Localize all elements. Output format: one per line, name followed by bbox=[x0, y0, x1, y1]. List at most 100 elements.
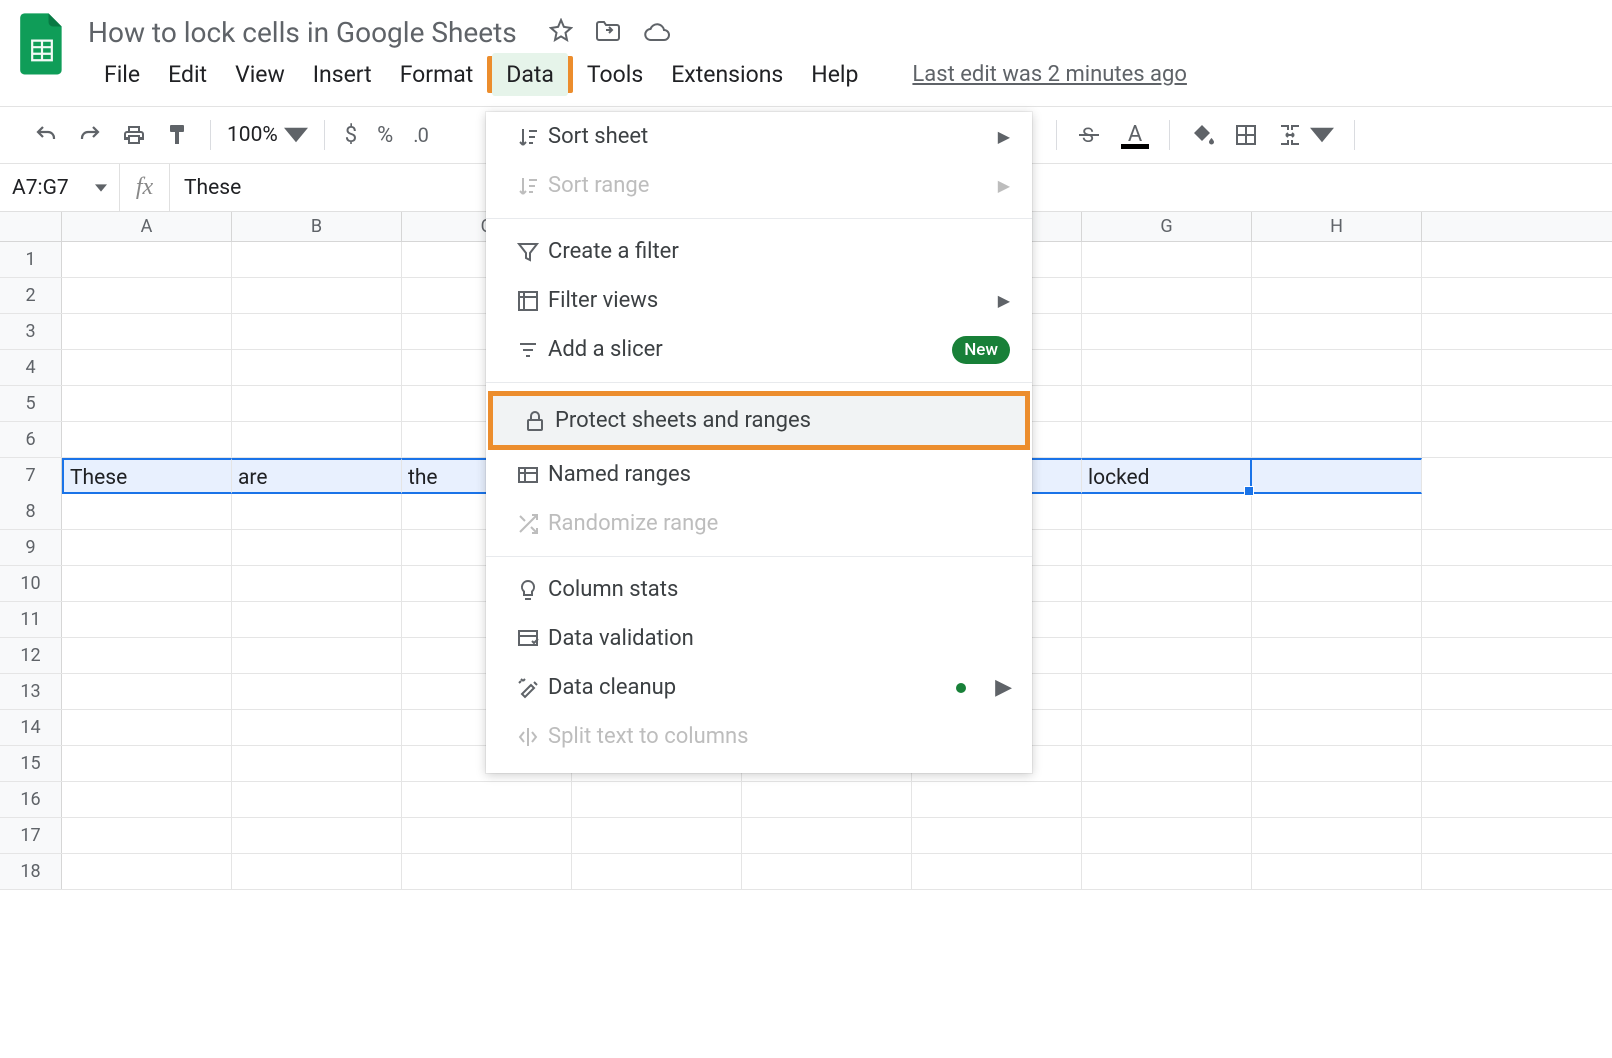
menu-data-validation[interactable]: Data validation bbox=[486, 614, 1032, 663]
cell[interactable] bbox=[62, 422, 232, 457]
row-header[interactable]: 1 bbox=[0, 242, 62, 277]
cell[interactable] bbox=[62, 494, 232, 529]
menu-create-filter[interactable]: Create a filter bbox=[486, 227, 1032, 276]
cell[interactable] bbox=[402, 782, 572, 817]
row-header[interactable]: 11 bbox=[0, 602, 62, 637]
menu-named-ranges[interactable]: Named ranges bbox=[486, 450, 1032, 499]
cell[interactable] bbox=[1252, 530, 1422, 565]
row-header[interactable]: 14 bbox=[0, 710, 62, 745]
sheets-logo[interactable] bbox=[14, 10, 70, 80]
merge-cells-icon[interactable] bbox=[1268, 117, 1344, 153]
cell[interactable] bbox=[742, 854, 912, 889]
row-header[interactable]: 4 bbox=[0, 350, 62, 385]
cell[interactable] bbox=[1252, 638, 1422, 673]
menu-edit[interactable]: Edit bbox=[154, 53, 221, 96]
menu-tools[interactable]: Tools bbox=[573, 53, 657, 96]
cell[interactable] bbox=[1082, 314, 1252, 349]
row-header[interactable]: 17 bbox=[0, 818, 62, 853]
cell[interactable] bbox=[62, 566, 232, 601]
cell[interactable] bbox=[742, 818, 912, 853]
cell[interactable]: These bbox=[62, 458, 232, 494]
menu-data-cleanup[interactable]: Data cleanup ▶ bbox=[486, 663, 1032, 712]
menu-add-slicer[interactable]: Add a slicer New bbox=[486, 325, 1032, 374]
cell[interactable] bbox=[1082, 818, 1252, 853]
cell[interactable] bbox=[1252, 710, 1422, 745]
cell[interactable] bbox=[62, 710, 232, 745]
cell[interactable] bbox=[1082, 602, 1252, 637]
cell[interactable] bbox=[232, 602, 402, 637]
cell[interactable] bbox=[62, 386, 232, 421]
menu-filter-views[interactable]: Filter views ▶ bbox=[486, 276, 1032, 325]
select-all-corner[interactable] bbox=[0, 212, 62, 241]
row-header[interactable]: 7 bbox=[0, 458, 62, 494]
cell[interactable] bbox=[232, 422, 402, 457]
row-header[interactable]: 10 bbox=[0, 566, 62, 601]
column-header[interactable]: G bbox=[1082, 212, 1252, 241]
redo-icon[interactable] bbox=[68, 117, 112, 153]
cell[interactable] bbox=[62, 242, 232, 277]
cell[interactable] bbox=[232, 494, 402, 529]
cell[interactable] bbox=[232, 746, 402, 781]
borders-icon[interactable] bbox=[1224, 117, 1268, 153]
cell[interactable] bbox=[1082, 746, 1252, 781]
cell[interactable] bbox=[572, 782, 742, 817]
row-header[interactable]: 6 bbox=[0, 422, 62, 457]
print-icon[interactable] bbox=[112, 117, 156, 153]
cell[interactable] bbox=[912, 782, 1082, 817]
cell[interactable] bbox=[62, 350, 232, 385]
cell[interactable] bbox=[1082, 530, 1252, 565]
cell[interactable] bbox=[62, 278, 232, 313]
row-header[interactable]: 5 bbox=[0, 386, 62, 421]
cell[interactable] bbox=[1082, 674, 1252, 709]
cell[interactable] bbox=[1252, 782, 1422, 817]
document-title[interactable]: How to lock cells in Google Sheets bbox=[88, 16, 517, 49]
cell[interactable] bbox=[62, 638, 232, 673]
cell[interactable] bbox=[232, 278, 402, 313]
cell[interactable] bbox=[62, 782, 232, 817]
cell[interactable] bbox=[1252, 854, 1422, 889]
cell[interactable] bbox=[1082, 278, 1252, 313]
menu-sort-sheet[interactable]: Sort sheet ▶ bbox=[486, 112, 1032, 161]
cell[interactable] bbox=[1082, 386, 1252, 421]
cell[interactable] bbox=[232, 818, 402, 853]
menu-format[interactable]: Format bbox=[386, 53, 488, 96]
format-percent[interactable]: % bbox=[367, 117, 403, 154]
cell[interactable] bbox=[1252, 278, 1422, 313]
menu-extensions[interactable]: Extensions bbox=[657, 53, 797, 96]
menu-insert[interactable]: Insert bbox=[299, 53, 386, 96]
cell[interactable] bbox=[62, 854, 232, 889]
cell[interactable] bbox=[232, 242, 402, 277]
cell[interactable] bbox=[1082, 242, 1252, 277]
cell[interactable] bbox=[1252, 422, 1422, 457]
fill-color-icon[interactable] bbox=[1180, 117, 1224, 153]
cell[interactable] bbox=[1082, 350, 1252, 385]
cell[interactable] bbox=[1082, 422, 1252, 457]
cell[interactable] bbox=[1252, 602, 1422, 637]
cell[interactable] bbox=[1252, 818, 1422, 853]
cell[interactable] bbox=[232, 350, 402, 385]
row-header[interactable]: 12 bbox=[0, 638, 62, 673]
cell[interactable] bbox=[572, 818, 742, 853]
cell[interactable]: locked bbox=[1082, 458, 1252, 494]
cell[interactable] bbox=[232, 566, 402, 601]
row-header[interactable]: 8 bbox=[0, 494, 62, 529]
cell[interactable] bbox=[232, 638, 402, 673]
cell[interactable] bbox=[1252, 674, 1422, 709]
cell[interactable] bbox=[1252, 566, 1422, 601]
menu-help[interactable]: Help bbox=[797, 53, 872, 96]
column-header[interactable]: H bbox=[1252, 212, 1422, 241]
menu-view[interactable]: View bbox=[221, 53, 299, 96]
column-header[interactable]: A bbox=[62, 212, 232, 241]
row-header[interactable]: 9 bbox=[0, 530, 62, 565]
text-color-icon[interactable]: A bbox=[1111, 120, 1159, 151]
cell[interactable] bbox=[572, 854, 742, 889]
cell[interactable] bbox=[1252, 314, 1422, 349]
cell[interactable] bbox=[232, 674, 402, 709]
menu-file[interactable]: File bbox=[90, 53, 154, 96]
cell[interactable] bbox=[912, 818, 1082, 853]
cell[interactable] bbox=[742, 782, 912, 817]
cell[interactable] bbox=[1252, 386, 1422, 421]
paint-format-icon[interactable] bbox=[156, 117, 200, 153]
cell[interactable] bbox=[62, 746, 232, 781]
cell[interactable] bbox=[402, 818, 572, 853]
